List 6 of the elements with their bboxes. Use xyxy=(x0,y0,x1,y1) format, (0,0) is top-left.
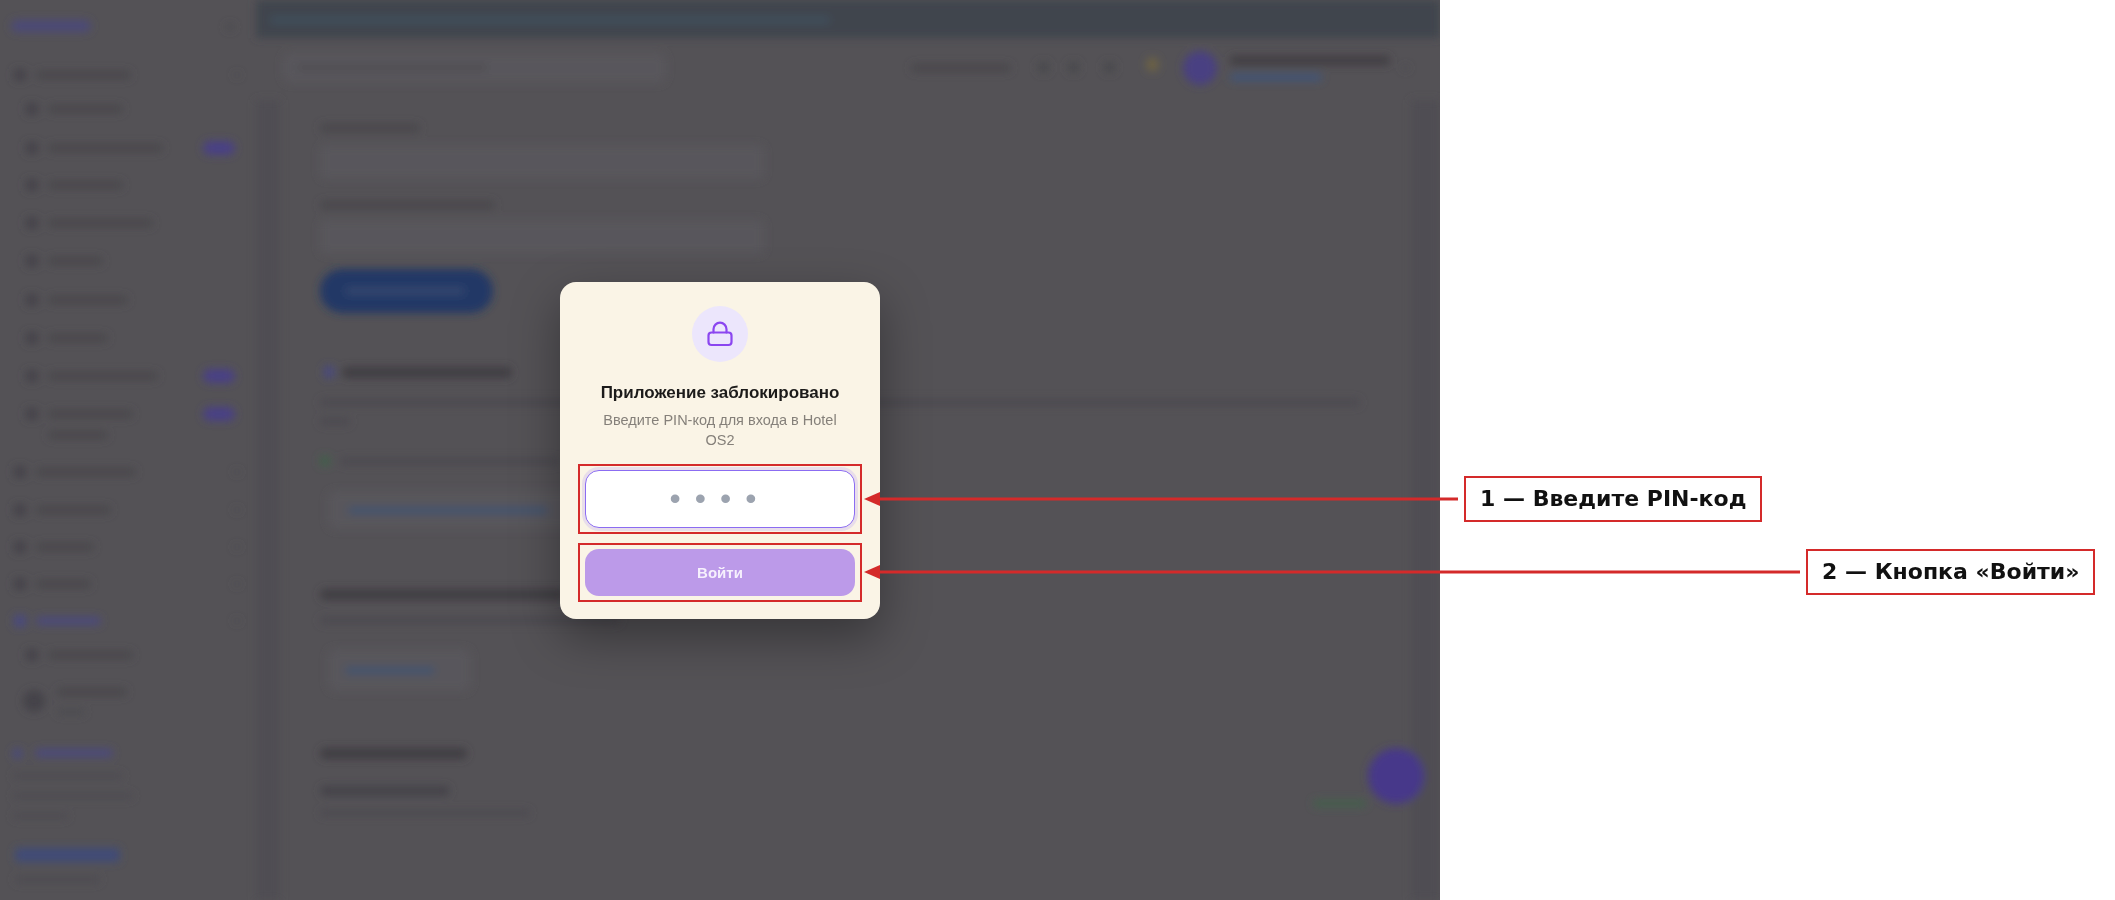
callout-label: 1 — Введите PIN-код xyxy=(1464,476,1763,522)
lock-icon xyxy=(692,305,748,362)
dialog-subtitle: Введите PIN-код для входа в Hotel OS2 xyxy=(602,410,838,450)
callout-label: 2 — Кнопка «Войти» xyxy=(1806,549,2096,595)
pin-input-field[interactable]: •••• xyxy=(585,469,855,528)
dialog-title: Приложение заблокировано xyxy=(600,381,840,404)
